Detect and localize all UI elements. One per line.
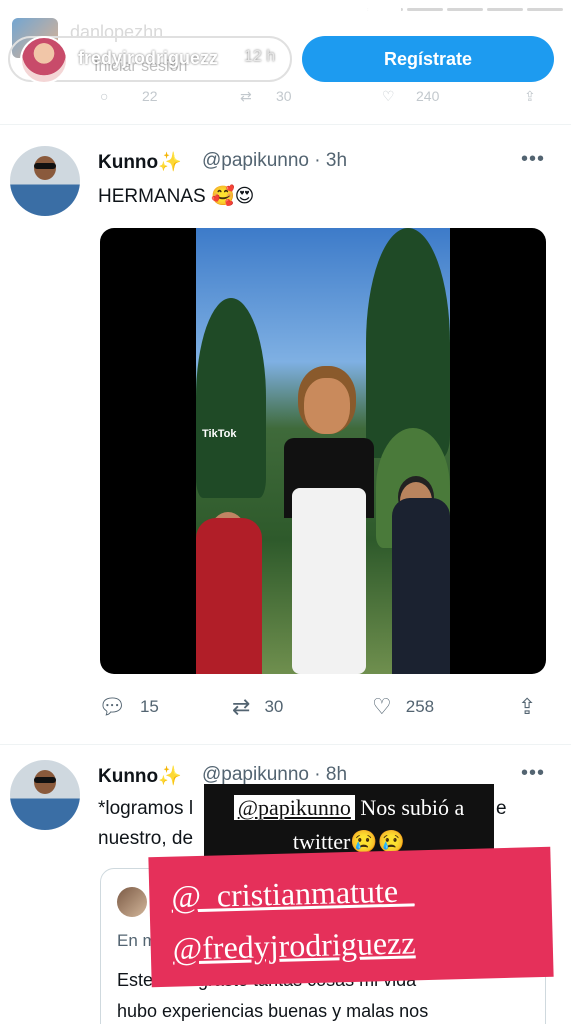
share-button[interactable]: ⇪ <box>518 696 536 718</box>
progress-segment <box>247 8 284 11</box>
quoted-avatar <box>117 887 147 917</box>
progress-segment <box>327 8 364 11</box>
tweet-author-name[interactable]: Kunno✨ <box>98 150 182 174</box>
story-progress <box>8 8 563 11</box>
reply-count: 15 <box>139 697 159 716</box>
story-time: 12 h <box>244 48 276 65</box>
tweet-time: 8h <box>325 764 348 785</box>
tweet-handle[interactable]: @papikunno · 3h <box>202 150 347 172</box>
retweet-count: 30 <box>276 88 292 104</box>
progress-segment <box>87 8 124 11</box>
mention-sticker[interactable]: @fredyjrodriguezz <box>172 913 553 975</box>
tweet-video[interactable]: TikTok <box>100 228 546 674</box>
retweet-button[interactable]: ⇄ 30 <box>232 696 283 718</box>
tweet-avatar[interactable] <box>10 760 80 830</box>
tweet-author-name[interactable]: Kunno✨ <box>98 764 182 788</box>
like-button[interactable]: ♡ 258 <box>372 696 434 718</box>
retweet-icon[interactable]: ⇄ <box>240 88 252 105</box>
tweet-actions: 💬︎ 15 ⇄ 30 ♡ 258 ⇪ <box>98 696 551 724</box>
tweet-text: HERMANAS 🥰😍 <box>98 186 255 207</box>
mention-sticker[interactable]: @papikunno <box>233 795 355 820</box>
reply-icon[interactable]: ○ <box>100 88 108 104</box>
video-frame: TikTok <box>196 228 450 674</box>
tweet-more-icon[interactable]: ••• <box>521 148 545 171</box>
story-username[interactable]: fredyjrodriguezz <box>78 48 218 69</box>
person-figure <box>266 378 386 674</box>
tweet-more-icon[interactable]: ••• <box>521 762 545 785</box>
share-icon: ⇪ <box>518 694 537 719</box>
progress-segment <box>526 8 563 11</box>
tweet-handle[interactable]: @papikunno · 8h <box>202 764 347 786</box>
divider <box>0 744 571 745</box>
like-count: 240 <box>416 88 440 104</box>
reply-icon: 💬︎ <box>98 694 126 719</box>
share-icon[interactable]: ⇪ <box>524 88 536 105</box>
progress-segment <box>407 8 444 11</box>
tweet-text-line: nuestro, de <box>98 828 194 849</box>
progress-segment <box>287 8 324 11</box>
like-count: 258 <box>405 697 435 716</box>
heart-icon: ♡ <box>372 694 392 719</box>
progress-segment <box>367 8 404 11</box>
tiktok-watermark: TikTok <box>202 428 237 440</box>
progress-segment <box>447 8 484 11</box>
progress-segment <box>8 8 44 11</box>
tweet-time: 3h <box>325 150 348 171</box>
story-avatar[interactable] <box>20 36 68 84</box>
progress-segment <box>47 8 84 11</box>
reply-button[interactable]: 💬︎ 15 <box>98 696 159 718</box>
sparkles-icon: ✨ <box>158 152 182 173</box>
tweet-avatar[interactable] <box>10 146 80 216</box>
tweet-text-line-end: e <box>496 798 507 819</box>
like-icon[interactable]: ♡ <box>382 88 395 105</box>
previous-tweet-actions: ○ 22 ⇄ 30 ♡ 240 ⇪ <box>100 88 551 108</box>
progress-segment <box>487 8 523 11</box>
progress-segment <box>167 8 204 11</box>
reply-count: 22 <box>142 88 158 104</box>
divider <box>0 124 571 125</box>
mention-stickers: @_cristianmatute_ @fredyjrodriguezz <box>148 846 554 988</box>
sparkles-icon: ✨ <box>158 766 182 787</box>
retweet-count: 30 <box>264 697 284 716</box>
progress-segment <box>127 8 164 11</box>
retweet-icon: ⇄ <box>232 694 251 719</box>
progress-segment <box>207 8 244 11</box>
tweet-text-line: *logramos l <box>98 798 194 819</box>
signup-button[interactable]: Regístrate <box>302 36 554 82</box>
